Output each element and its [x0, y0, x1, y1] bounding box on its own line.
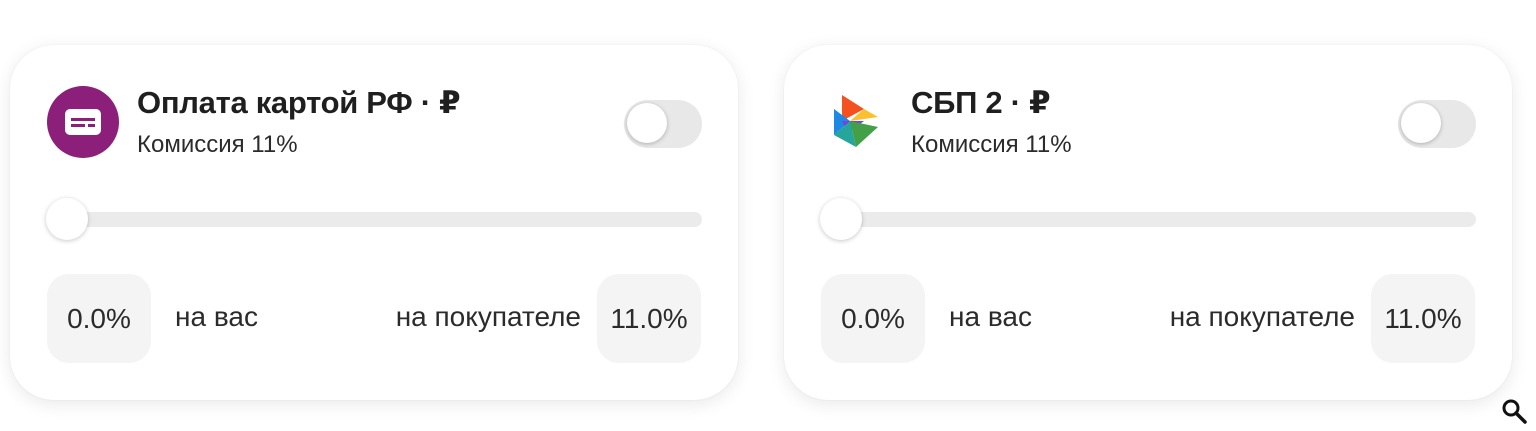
payment-method-card-sbp: СБП 2 · ₽ Комиссия 11% 0.0% на вас на по… [784, 45, 1512, 400]
enable-toggle[interactable] [1398, 100, 1476, 148]
seller-percent-value: 0.0% [47, 274, 151, 363]
slider-thumb[interactable] [820, 198, 862, 240]
search-icon[interactable] [1500, 397, 1528, 425]
seller-share-label: на вас [949, 301, 1032, 332]
toggle-knob[interactable] [627, 103, 667, 143]
slider-thumb[interactable] [46, 198, 88, 240]
sbp-logo-icon [821, 86, 893, 158]
credit-card-icon [47, 86, 119, 158]
commission-label: Комиссия 11% [137, 131, 298, 158]
buyer-percent-value: 11.0% [1371, 274, 1475, 363]
seller-percent-value: 0.0% [821, 274, 925, 363]
commission-split-slider[interactable] [47, 212, 702, 227]
seller-share-label: на вас [175, 301, 258, 332]
toggle-knob[interactable] [1401, 103, 1441, 143]
payment-method-card-bank-card: Оплата картой РФ · ₽ Комиссия 11% 0.0% н… [10, 45, 738, 400]
payment-method-title: Оплата картой РФ · ₽ [137, 85, 461, 120]
enable-toggle[interactable] [624, 100, 702, 148]
buyer-share-label: на покупателе [1169, 301, 1355, 332]
commission-split-slider[interactable] [821, 212, 1476, 227]
buyer-share-label: на покупателе [395, 301, 581, 332]
commission-label: Комиссия 11% [911, 131, 1072, 158]
buyer-percent-value: 11.0% [597, 274, 701, 363]
payment-method-title: СБП 2 · ₽ [911, 85, 1051, 120]
